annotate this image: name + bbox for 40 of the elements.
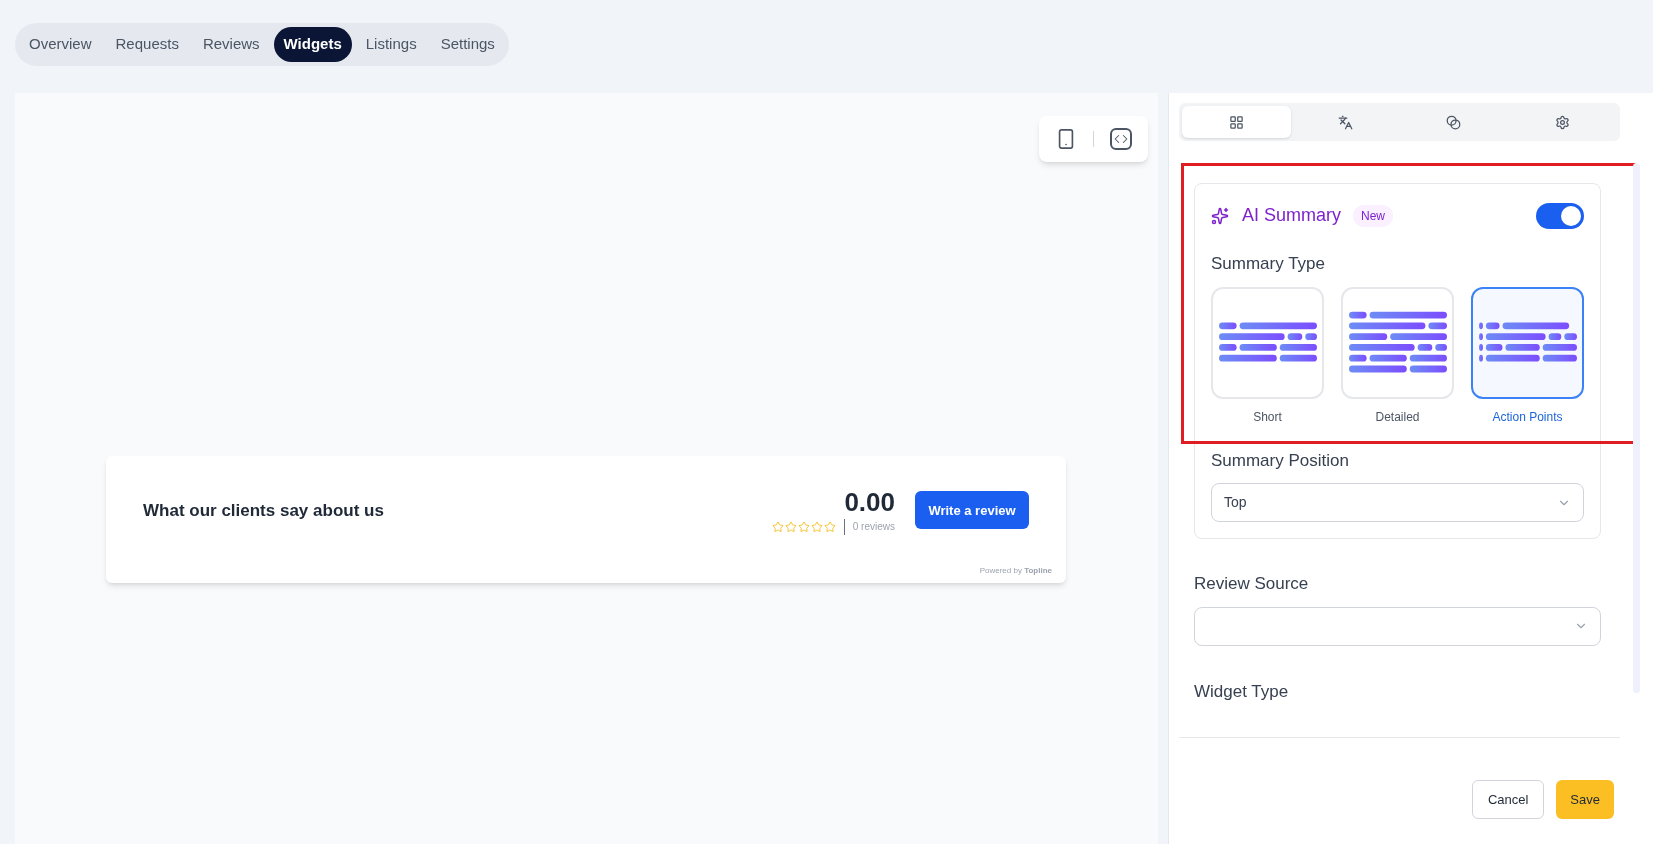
star-icon bbox=[810, 520, 823, 533]
text-lines-icon bbox=[1218, 320, 1317, 365]
option-label: Short bbox=[1253, 408, 1282, 426]
star-icon bbox=[771, 520, 784, 533]
nav-tab[interactable]: Settings bbox=[430, 27, 505, 62]
summary-position-select[interactable]: Top bbox=[1211, 483, 1584, 522]
text-lines-icon bbox=[1478, 320, 1577, 365]
grid-icon bbox=[1228, 114, 1244, 130]
sparkles-icon bbox=[1211, 206, 1229, 225]
widget-type-label: Widget Type bbox=[1194, 680, 1290, 703]
powered-by-text: Powered by Topline bbox=[979, 565, 1052, 577]
nav-tab[interactable]: Reviews bbox=[192, 27, 270, 62]
scrollbar[interactable] bbox=[1633, 163, 1640, 693]
reviews-count: 0 reviews bbox=[852, 520, 895, 534]
circles-icon bbox=[1446, 114, 1462, 130]
translate-icon bbox=[1337, 114, 1353, 130]
rating-value: 0.00 bbox=[844, 486, 895, 519]
ai-summary-title: AI Summary bbox=[1242, 204, 1342, 227]
widget-title: What our clients say about us bbox=[143, 499, 384, 522]
review-source-label: Review Source bbox=[1194, 573, 1310, 595]
new-badge: New bbox=[1353, 204, 1394, 227]
toggle-switch[interactable] bbox=[1536, 202, 1584, 229]
write-review-button[interactable]: Write a review bbox=[915, 491, 1029, 530]
star-icon bbox=[797, 520, 810, 533]
settings-tab[interactable] bbox=[1182, 106, 1291, 138]
nav-tab[interactable]: Overview bbox=[19, 27, 102, 62]
save-button[interactable]: Save bbox=[1556, 780, 1614, 819]
summary-position-label: Summary Position bbox=[1211, 449, 1350, 472]
cancel-button[interactable]: Cancel bbox=[1471, 780, 1545, 819]
nav-tab[interactable]: Widgets bbox=[273, 27, 352, 62]
nav-tab[interactable]: Listings bbox=[355, 27, 427, 62]
code-icon[interactable] bbox=[1110, 128, 1132, 150]
option-label: Action Points bbox=[1492, 408, 1563, 426]
nav-tab[interactable]: Requests bbox=[105, 27, 189, 62]
option-label: Detailed bbox=[1375, 408, 1420, 426]
star-icon bbox=[784, 520, 797, 533]
settings-icon bbox=[1555, 114, 1571, 130]
summary-type-option[interactable] bbox=[1471, 286, 1584, 399]
star-icon bbox=[823, 520, 836, 533]
summary-type-label: Summary Type bbox=[1211, 253, 1326, 275]
